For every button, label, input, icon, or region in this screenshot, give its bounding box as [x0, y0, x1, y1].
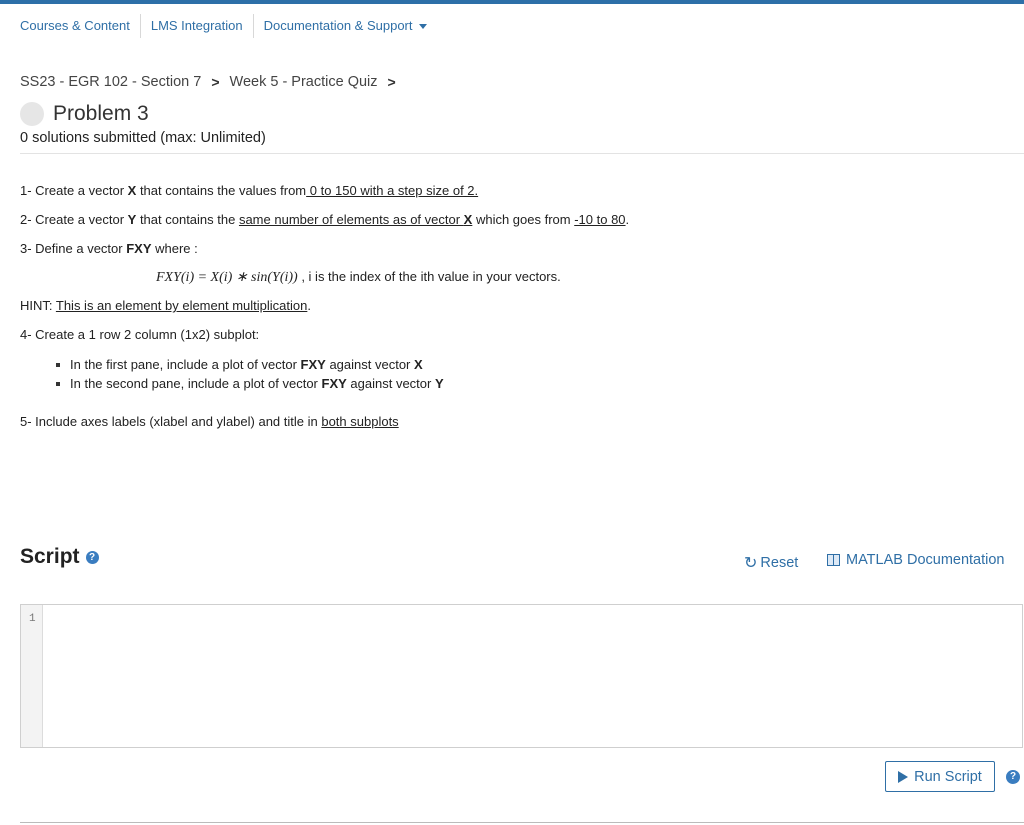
- text: 1- Create a vector: [20, 183, 128, 198]
- script-section-title: Script ?: [20, 545, 99, 569]
- nav-courses-content[interactable]: Courses & Content: [10, 14, 141, 38]
- top-nav: Courses & Content LMS Integration Docume…: [10, 14, 437, 38]
- reset-button[interactable]: ↻ Reset: [744, 553, 798, 573]
- text-bold: FXY: [300, 357, 326, 372]
- text: HINT:: [20, 298, 56, 313]
- text: 5- Include axes labels (xlabel and ylabe…: [20, 414, 322, 429]
- help-icon[interactable]: ?: [85, 550, 99, 564]
- line-number: 1: [29, 613, 36, 625]
- play-icon: [898, 770, 909, 783]
- formula-line: FXY(i) = X(i) ∗ sin(Y(i)) , i is the ind…: [156, 269, 561, 286]
- problem-header: Problem 3: [20, 102, 149, 126]
- text-bold: FXY: [126, 241, 152, 256]
- divider: [20, 153, 1024, 154]
- breadcrumb-quiz[interactable]: Week 5 - Practice Quiz: [230, 74, 378, 90]
- text: which goes from: [472, 212, 575, 227]
- divider: [20, 822, 1024, 823]
- top-accent-bar: [0, 0, 1024, 4]
- reset-icon: ↻: [744, 555, 758, 572]
- book-icon: [827, 554, 840, 566]
- text: In the first pane, include a plot of vec…: [70, 357, 301, 372]
- list-item: In the first pane, include a plot of vec…: [50, 355, 444, 374]
- instruction-4: 4- Create a 1 row 2 column (1x2) subplot…: [20, 327, 260, 342]
- text: against vector: [346, 376, 435, 391]
- chevron-right-icon: >: [211, 74, 220, 90]
- nav-documentation-support[interactable]: Documentation & Support: [254, 14, 437, 38]
- text-bold: Y: [434, 376, 444, 391]
- run-script-button[interactable]: Run Script: [885, 761, 995, 792]
- instruction-5: 5- Include axes labels (xlabel and ylabe…: [20, 414, 399, 429]
- code-editor[interactable]: 1: [20, 604, 1023, 748]
- formula: FXY(i) = X(i) ∗ sin(Y(i)): [156, 270, 298, 285]
- caret-down-icon: [418, 24, 427, 30]
- text-underlined: both subplots: [321, 414, 399, 429]
- nav-documentation-label: Documentation & Support: [263, 18, 413, 33]
- text: .: [307, 298, 311, 313]
- breadcrumb: SS23 - EGR 102 - Section 7 > Week 5 - Pr…: [20, 74, 406, 90]
- text-underlined: This is an element by element multiplica…: [55, 298, 308, 313]
- text-bold: FXY: [321, 376, 347, 391]
- text: 2- Create a vector: [20, 212, 128, 227]
- matlab-documentation-link[interactable]: MATLAB Documentation: [827, 552, 1005, 568]
- text: that contains the values from: [136, 183, 307, 198]
- chevron-right-icon: >: [387, 74, 396, 90]
- status-circle-icon: [20, 102, 44, 126]
- instruction-2: 2- Create a vector Y that contains the s…: [20, 212, 629, 227]
- text: same number of elements as of vector: [238, 212, 464, 227]
- text: In the second pane, include a plot of ve…: [70, 376, 322, 391]
- script-title: Script: [20, 545, 80, 568]
- page-title: Problem 3: [53, 102, 149, 125]
- text: where :: [151, 241, 198, 256]
- text-underlined: 0 to 150 with a step size of 2.: [306, 183, 479, 198]
- editor-gutter: 1: [21, 605, 43, 747]
- breadcrumb-course[interactable]: SS23 - EGR 102 - Section 7: [20, 74, 201, 90]
- text-bold: X: [413, 357, 423, 372]
- submission-count: 0 solutions submitted (max: Unlimited): [20, 130, 266, 146]
- text: 3- Define a vector: [20, 241, 127, 256]
- list-item: In the second pane, include a plot of ve…: [50, 374, 444, 393]
- reset-label: Reset: [760, 555, 799, 571]
- instruction-1: 1- Create a vector X that contains the v…: [20, 183, 478, 198]
- instruction-3: 3- Define a vector FXY where :: [20, 241, 198, 256]
- help-icon[interactable]: ?: [1006, 770, 1020, 784]
- hint: HINT: This is an element by element mult…: [20, 298, 311, 313]
- text: that contains the: [136, 212, 239, 227]
- text-underlined: -10 to 80: [574, 212, 626, 227]
- text: .: [625, 212, 630, 227]
- text: , i is the index of the ith value in you…: [297, 269, 561, 284]
- documentation-label: MATLAB Documentation: [846, 552, 1005, 568]
- bullet-list: In the first pane, include a plot of vec…: [50, 355, 444, 393]
- run-script-label: Run Script: [914, 768, 982, 785]
- nav-lms-integration[interactable]: LMS Integration: [141, 14, 254, 38]
- text: against vector: [325, 357, 414, 372]
- text-underlined: same number of elements as of vector X: [239, 212, 472, 227]
